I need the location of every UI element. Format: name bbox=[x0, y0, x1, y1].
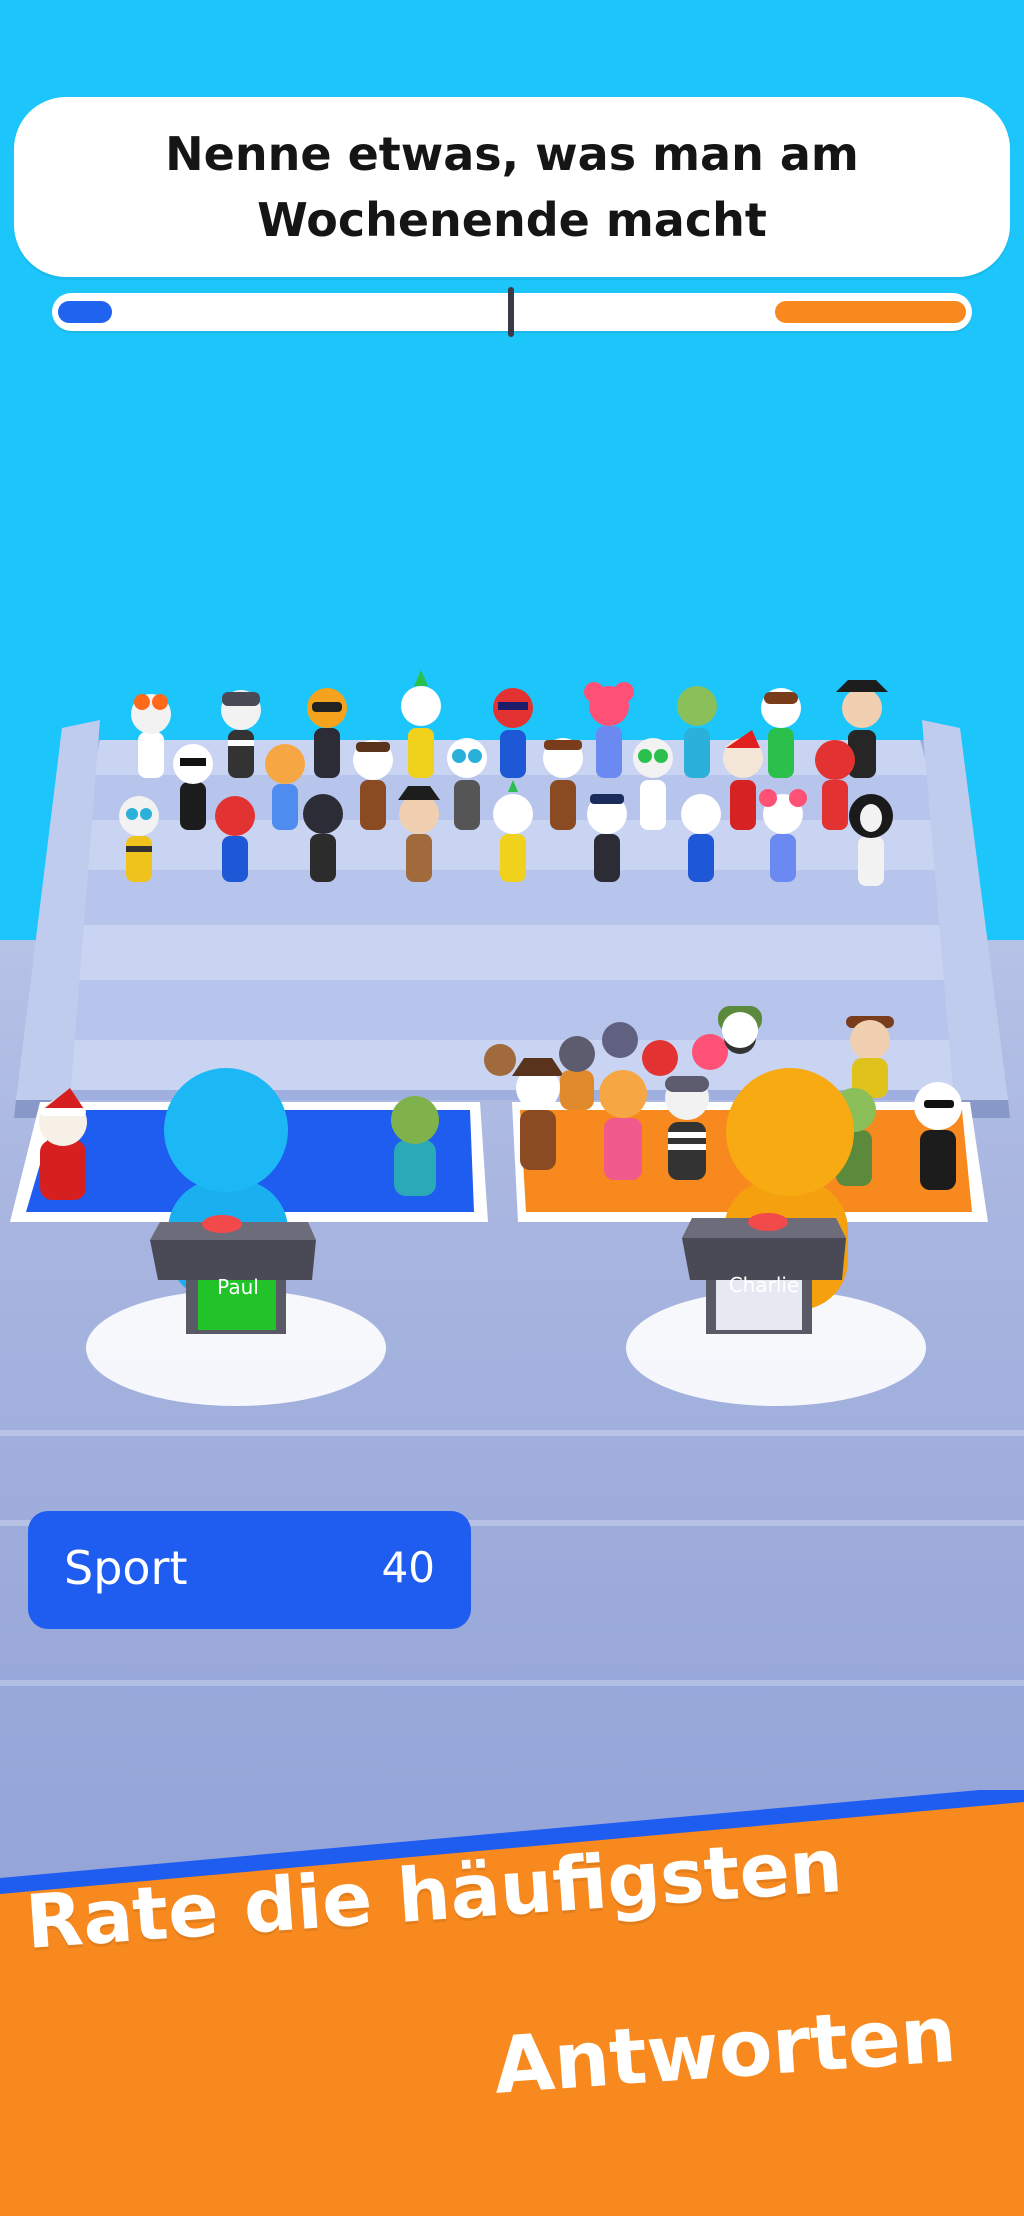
answer-points: 40 bbox=[381, 1543, 435, 1592]
timer-orange-fill bbox=[775, 301, 966, 323]
timer-blue-fill bbox=[58, 301, 113, 323]
answer-box: Sport 40 bbox=[28, 1511, 471, 1629]
buzzer-charlie[interactable] bbox=[748, 1213, 788, 1231]
timer-bar bbox=[52, 287, 972, 337]
game-scene: Paul Charlie bbox=[10, 670, 1010, 1406]
buzzer-paul[interactable] bbox=[202, 1215, 242, 1233]
question-text: Nenne etwas, was man am Wochenende macht bbox=[165, 127, 859, 247]
podium-name-charlie: Charlie bbox=[729, 1273, 800, 1297]
timer-center-marker bbox=[508, 287, 514, 337]
podium-name-paul: Paul bbox=[217, 1275, 259, 1299]
question-card: Nenne etwas, was man am Wochenende macht bbox=[14, 97, 1010, 277]
answer-label: Sport bbox=[64, 1541, 188, 1595]
